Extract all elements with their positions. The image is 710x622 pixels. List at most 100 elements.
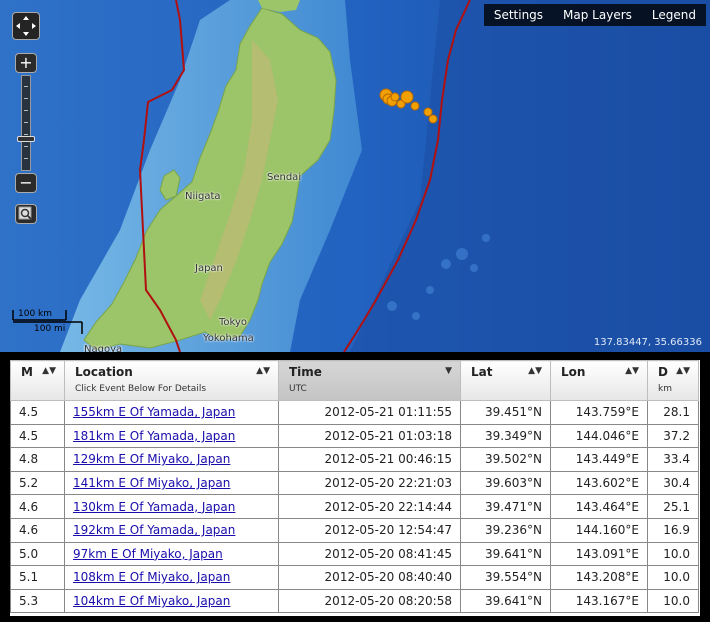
event-link[interactable]: 108km E Of Miyako, Japan: [73, 570, 230, 584]
zoom-extent-button[interactable]: [15, 204, 37, 224]
column-header-location[interactable]: Location ▲▼ Click Event Below For Detail…: [64, 360, 279, 401]
location-cell[interactable]: 155km E Of Yamada, Japan: [64, 400, 279, 425]
time-cell: 2012-05-20 22:14:44: [278, 494, 461, 519]
depth-cell: 28.1: [647, 400, 699, 425]
time-cell: 2012-05-21 01:11:55: [278, 400, 461, 425]
location-cell[interactable]: 192km E Of Yamada, Japan: [64, 517, 279, 543]
location-cell[interactable]: 104km E Of Miyako, Japan: [64, 588, 279, 614]
time-cell: 2012-05-20 08:41:45: [278, 541, 461, 567]
zoom-out-button[interactable]: −: [15, 173, 37, 193]
location-cell[interactable]: 181km E Of Yamada, Japan: [64, 423, 279, 449]
time-cell: 2012-05-20 22:21:03: [278, 470, 461, 496]
event-link[interactable]: 141km E Of Miyako, Japan: [73, 476, 230, 490]
table-row[interactable]: 5.2 141km E Of Miyako, Japan 2012-05-20 22…: [10, 470, 699, 496]
map-view[interactable]: Sendai Niigata Japan Tokyo Yokohama Nago…: [0, 0, 710, 352]
sort-icon: ▲▼: [42, 366, 56, 376]
quake-marker[interactable]: [423, 107, 433, 117]
magnitude-cell: 5.1: [10, 565, 65, 590]
latitude-cell: 39.603°N: [460, 470, 551, 496]
scale-bar: 100 km 100 mi: [12, 308, 84, 338]
table-row[interactable]: 4.6 192km E Of Yamada, Japan 2012-05-20 12…: [10, 517, 699, 543]
depth-cell: 33.4: [647, 447, 699, 472]
settings-button[interactable]: Settings: [484, 4, 553, 26]
magnitude-cell: 4.5: [10, 423, 65, 449]
column-header-depth[interactable]: D ▲▼ km: [647, 360, 699, 401]
longitude-cell: 143.464°E: [550, 494, 648, 519]
sort-icon: ▲▼: [625, 366, 639, 376]
map-layers-button[interactable]: Map Layers: [553, 4, 642, 26]
map-label-yokohama: Yokohama: [203, 333, 254, 344]
magnitude-cell: 4.8: [10, 447, 65, 472]
column-header-latitude[interactable]: Lat ▲▼: [460, 360, 551, 401]
latitude-cell: 39.641°N: [460, 588, 551, 614]
location-cell[interactable]: 108km E Of Miyako, Japan: [64, 565, 279, 590]
magnitude-cell: 5.2: [10, 470, 65, 496]
time-cell: 2012-05-20 08:20:58: [278, 588, 461, 614]
scale-km-label: 100 km: [18, 309, 53, 319]
event-link[interactable]: 181km E Of Yamada, Japan: [73, 429, 235, 443]
event-link[interactable]: 97km E Of Miyako, Japan: [73, 547, 223, 561]
table-row[interactable]: 4.5 155km E Of Yamada, Japan 2012-05-21 01…: [10, 400, 699, 425]
quake-marker[interactable]: [390, 92, 400, 102]
table-row[interactable]: 5.0 97km E Of Miyako, Japan 2012-05-20 08:…: [10, 541, 699, 567]
zoom-in-button[interactable]: +: [15, 53, 37, 73]
location-cell[interactable]: 129km E Of Miyako, Japan: [64, 447, 279, 472]
longitude-cell: 143.602°E: [550, 470, 648, 496]
depth-cell: 10.0: [647, 588, 699, 614]
sort-descending-icon: ▼: [445, 366, 452, 376]
location-cell[interactable]: 130km E Of Yamada, Japan: [64, 494, 279, 519]
column-header-magnitude[interactable]: M ▲▼: [10, 360, 65, 401]
depth-subtitle: km: [658, 384, 672, 394]
table-row[interactable]: 4.5 181km E Of Yamada, Japan 2012-05-21 01…: [10, 423, 699, 449]
sort-icon: ▲▼: [676, 366, 690, 376]
zoom-slider[interactable]: [17, 75, 35, 171]
location-cell[interactable]: 97km E Of Miyako, Japan: [64, 541, 279, 567]
latitude-cell: 39.641°N: [460, 541, 551, 567]
longitude-cell: 144.160°E: [550, 517, 648, 543]
map-label-japan: Japan: [195, 263, 223, 274]
longitude-cell: 143.167°E: [550, 588, 648, 614]
column-header-longitude[interactable]: Lon ▲▼: [550, 360, 648, 401]
quake-marker[interactable]: [400, 90, 414, 104]
latitude-cell: 39.554°N: [460, 565, 551, 590]
longitude-cell: 143.208°E: [550, 565, 648, 590]
depth-cell: 16.9: [647, 517, 699, 543]
map-label-tokyo: Tokyo: [219, 317, 247, 328]
legend-button[interactable]: Legend: [642, 4, 706, 26]
quake-marker[interactable]: [428, 114, 438, 124]
event-link[interactable]: 155km E Of Yamada, Japan: [73, 405, 235, 419]
map-label-sendai: Sendai: [267, 172, 302, 183]
map-label-niigata: Niigata: [185, 191, 221, 202]
latitude-cell: 39.451°N: [460, 400, 551, 425]
depth-cell: 10.0: [647, 565, 699, 590]
latitude-cell: 39.236°N: [460, 517, 551, 543]
basemap: [0, 0, 710, 352]
table-row[interactable]: 4.6 130km E Of Yamada, Japan 2012-05-20 22…: [10, 494, 699, 519]
column-header-time[interactable]: Time ▼ UTC: [278, 360, 461, 401]
coordinate-readout: 137.83447, 35.66336: [593, 337, 702, 348]
table-row[interactable]: 5.1 108km E Of Miyako, Japan 2012-05-20 08…: [10, 565, 699, 590]
map-toolbar: Settings Map Layers Legend: [483, 4, 706, 26]
scale-mi-label: 100 mi: [34, 324, 66, 334]
longitude-cell: 144.046°E: [550, 423, 648, 449]
pan-control[interactable]: [12, 12, 40, 40]
event-link[interactable]: 104km E Of Miyako, Japan: [73, 594, 230, 608]
event-link[interactable]: 130km E Of Yamada, Japan: [73, 500, 235, 514]
depth-cell: 37.2: [647, 423, 699, 449]
longitude-cell: 143.091°E: [550, 541, 648, 567]
location-cell[interactable]: 141km E Of Miyako, Japan: [64, 470, 279, 496]
event-link[interactable]: 129km E Of Miyako, Japan: [73, 452, 230, 466]
table-row[interactable]: 4.8 129km E Of Miyako, Japan 2012-05-21 00…: [10, 447, 699, 472]
quake-marker[interactable]: [410, 101, 420, 111]
time-cell: 2012-05-21 00:46:15: [278, 447, 461, 472]
table-row[interactable]: 5.3 104km E Of Miyako, Japan 2012-05-20 08…: [10, 588, 699, 614]
time-subtitle: UTC: [289, 384, 307, 394]
magnifier-icon: [18, 206, 32, 220]
depth-cell: 30.4: [647, 470, 699, 496]
magnitude-cell: 4.6: [10, 494, 65, 519]
location-subtitle: Click Event Below For Details: [75, 384, 207, 394]
zoom-slider-handle[interactable]: [17, 136, 35, 142]
event-link[interactable]: 192km E Of Yamada, Japan: [73, 523, 235, 537]
depth-cell: 10.0: [647, 541, 699, 567]
zoom-control: + −: [15, 53, 37, 193]
